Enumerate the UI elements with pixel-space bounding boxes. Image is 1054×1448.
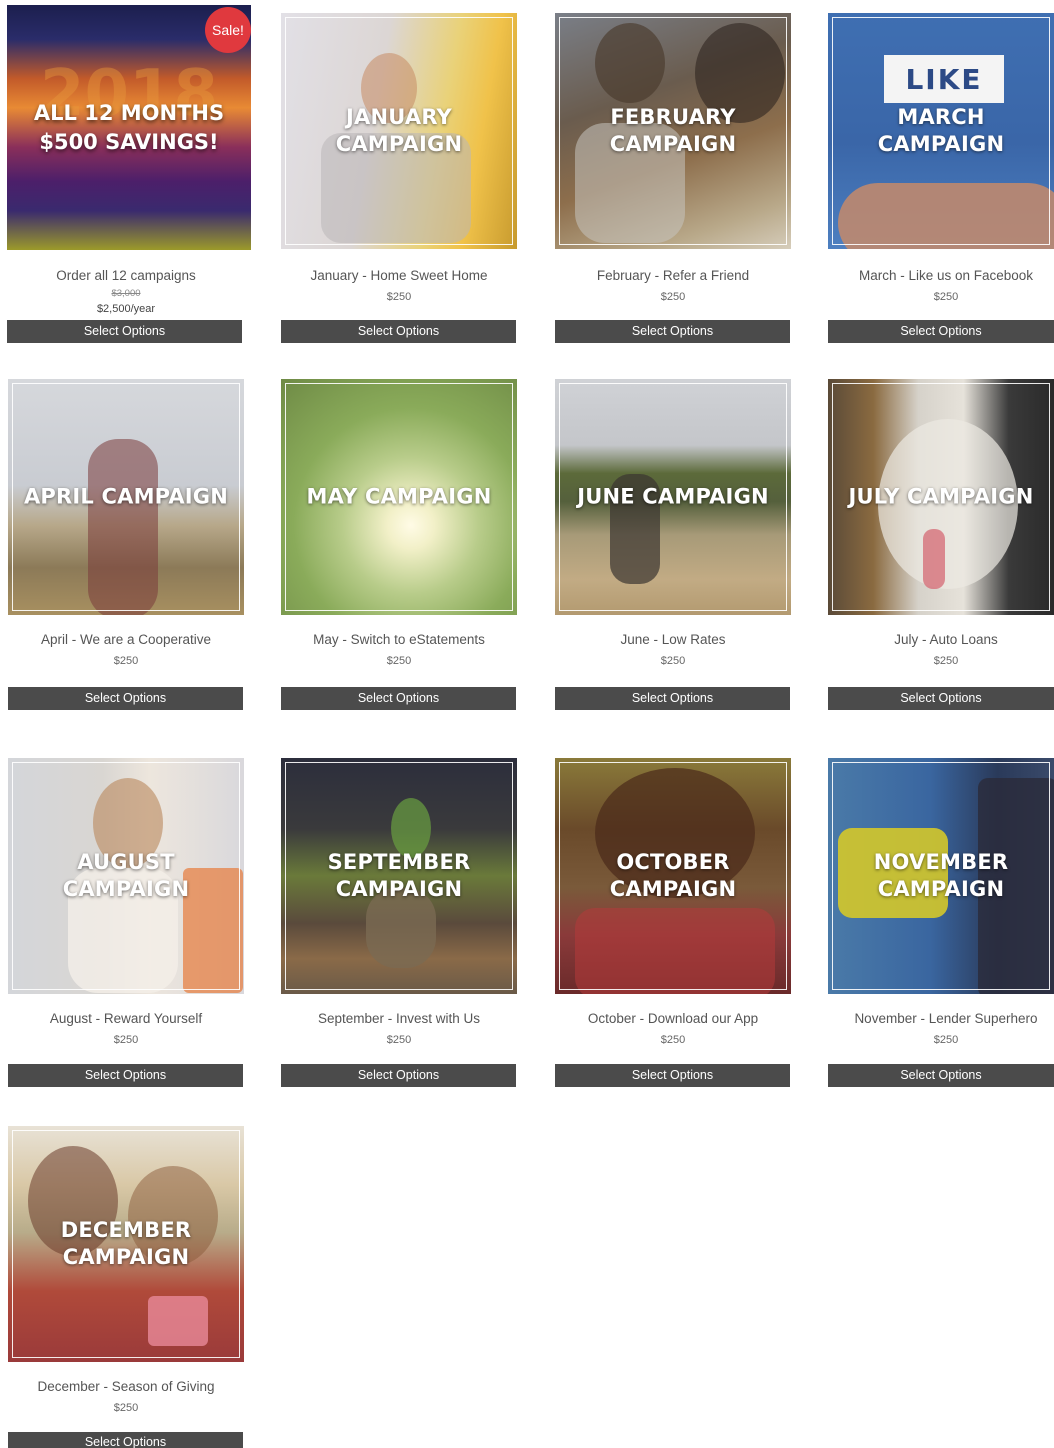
- product-title[interactable]: December - Season of Giving: [8, 1379, 244, 1394]
- bundle-overlay-line-2: $500 SAVINGS!: [39, 130, 219, 154]
- product-image-march[interactable]: LIKE MARCH CAMPAIGN: [828, 13, 1054, 249]
- product-image-december[interactable]: DECEMBER CAMPAIGN: [8, 1126, 244, 1362]
- like-sign: LIKE: [884, 55, 1004, 103]
- campaign-overlay-text: SEPTEMBER CAMPAIGN: [327, 850, 471, 901]
- product-image-june[interactable]: JUNE CAMPAIGN: [555, 379, 791, 615]
- product-image-november[interactable]: NOVEMBER CAMPAIGN: [828, 758, 1054, 994]
- select-options-button[interactable]: Select Options: [281, 687, 516, 710]
- select-options-button[interactable]: Select Options: [8, 687, 243, 710]
- select-options-button[interactable]: Select Options: [281, 1064, 516, 1087]
- product-title[interactable]: August - Reward Yourself: [8, 1011, 244, 1026]
- campaign-overlay-text: OCTOBER CAMPAIGN: [609, 850, 737, 901]
- campaign-overlay-text: APRIL CAMPAIGN: [23, 484, 229, 509]
- select-options-button[interactable]: Select Options: [555, 1064, 790, 1087]
- product-title[interactable]: October - Download our App: [555, 1011, 791, 1026]
- product-title[interactable]: January - Home Sweet Home: [281, 268, 517, 283]
- product-title[interactable]: July - Auto Loans: [828, 632, 1054, 647]
- product-image-february[interactable]: FEBRUARY CAMPAIGN: [555, 13, 791, 249]
- product-title[interactable]: Order all 12 campaigns: [7, 268, 245, 283]
- select-options-button[interactable]: Select Options: [828, 687, 1054, 710]
- product-title[interactable]: November - Lender Superhero: [828, 1011, 1054, 1026]
- product-image-september[interactable]: SEPTEMBER CAMPAIGN: [281, 758, 517, 994]
- product-title[interactable]: June - Low Rates: [555, 632, 791, 647]
- campaign-overlay-text: NOVEMBER CAMPAIGN: [873, 850, 1009, 901]
- product-price: $250: [933, 291, 959, 303]
- product-title[interactable]: April - We are a Cooperative: [8, 632, 244, 647]
- product-price: $2,500/year: [96, 303, 156, 315]
- product-image-april[interactable]: APRIL CAMPAIGN: [8, 379, 244, 615]
- select-options-button[interactable]: Select Options: [8, 1432, 243, 1448]
- select-options-button[interactable]: Select Options: [828, 320, 1054, 343]
- select-options-button[interactable]: Select Options: [7, 320, 242, 343]
- product-price: $250: [386, 655, 412, 667]
- product-price: $250: [660, 1034, 686, 1046]
- product-price: $250: [113, 655, 139, 667]
- product-price: $250: [933, 655, 959, 667]
- select-options-button[interactable]: Select Options: [828, 1064, 1054, 1087]
- select-options-button[interactable]: Select Options: [555, 320, 790, 343]
- campaign-overlay-text: DECEMBER CAMPAIGN: [60, 1218, 192, 1269]
- product-price: $250: [933, 1034, 959, 1046]
- select-options-button[interactable]: Select Options: [555, 687, 790, 710]
- sale-badge: Sale!: [205, 7, 251, 53]
- product-price: $250: [386, 291, 412, 303]
- select-options-button[interactable]: Select Options: [8, 1064, 243, 1087]
- product-price: $250: [660, 655, 686, 667]
- campaign-overlay-text: JANUARY CAMPAIGN: [335, 105, 463, 156]
- product-old-price: $3,000: [111, 288, 141, 299]
- product-image-january[interactable]: JANUARY CAMPAIGN: [281, 13, 517, 249]
- campaign-overlay-text: JULY CAMPAIGN: [848, 484, 1034, 509]
- product-title[interactable]: March - Like us on Facebook: [828, 268, 1054, 283]
- campaign-overlay-text: FEBRUARY CAMPAIGN: [609, 105, 737, 156]
- product-image-may[interactable]: MAY CAMPAIGN: [281, 379, 517, 615]
- product-image-july[interactable]: JULY CAMPAIGN: [828, 379, 1054, 615]
- product-price: $250: [113, 1034, 139, 1046]
- product-image-october[interactable]: OCTOBER CAMPAIGN: [555, 758, 791, 994]
- product-title[interactable]: September - Invest with Us: [281, 1011, 517, 1026]
- campaign-overlay-text: AUGUST CAMPAIGN: [62, 850, 190, 901]
- product-title[interactable]: May - Switch to eStatements: [281, 632, 517, 647]
- bundle-overlay-line-1: ALL 12 MONTHS: [33, 101, 225, 125]
- product-price: $250: [386, 1034, 412, 1046]
- product-price: $250: [113, 1402, 139, 1414]
- campaign-overlay-text: MARCH CAMPAIGN: [877, 105, 1005, 156]
- campaign-overlay-text: JUNE CAMPAIGN: [577, 484, 769, 509]
- product-price: $250: [660, 291, 686, 303]
- product-image-august[interactable]: AUGUST CAMPAIGN: [8, 758, 244, 994]
- product-title[interactable]: February - Refer a Friend: [555, 268, 791, 283]
- campaign-overlay-text: MAY CAMPAIGN: [306, 484, 492, 509]
- select-options-button[interactable]: Select Options: [281, 320, 516, 343]
